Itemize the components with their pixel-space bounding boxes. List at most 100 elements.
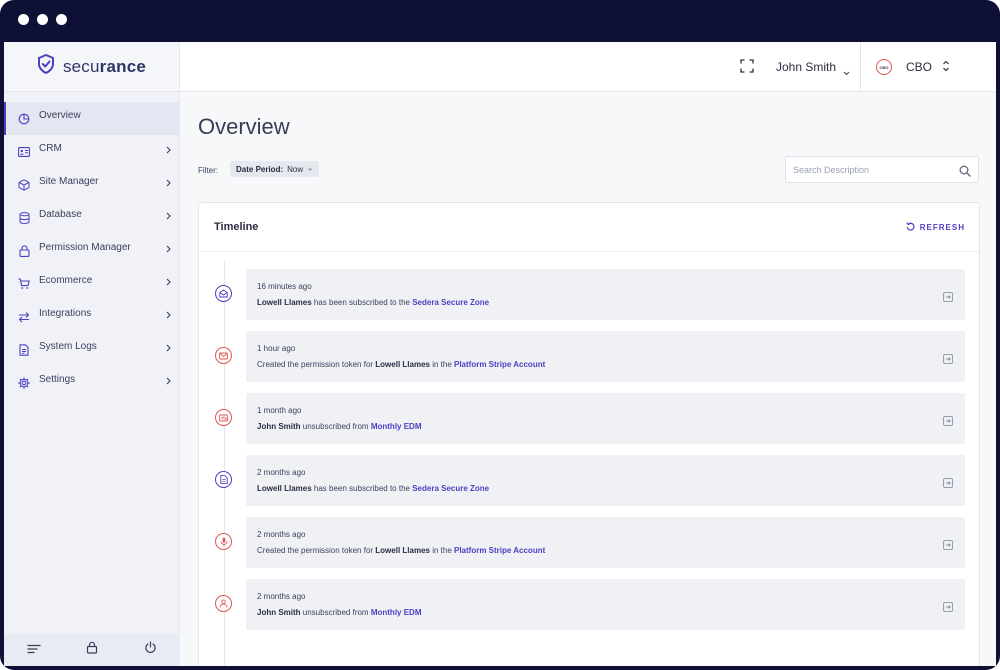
brand-logo[interactable]: securance — [4, 42, 179, 92]
chevron-right-icon — [166, 212, 171, 223]
card-divider — [199, 251, 979, 252]
chevron-right-icon — [166, 377, 171, 388]
target-link[interactable]: Monthly EDM — [371, 608, 422, 617]
fullscreen-icon[interactable] — [740, 59, 754, 78]
export-icon[interactable] — [943, 537, 953, 555]
timeline-item: 16 minutes ago Lowell Llames has been sub… — [199, 269, 979, 321]
description-text: has been subscribed to the — [311, 298, 413, 307]
chevron-down-icon[interactable] — [843, 63, 850, 81]
export-icon[interactable] — [943, 475, 953, 493]
sidebar-item-label: System Logs — [39, 341, 97, 352]
refresh-button[interactable]: REFRESH — [906, 222, 965, 233]
power-icon[interactable] — [144, 641, 157, 659]
sidebar-item-site-manager[interactable]: Site Manager — [4, 168, 179, 201]
mail-open-icon — [215, 285, 232, 302]
sidebar-item-permission-manager[interactable]: Permission Manager — [4, 234, 179, 267]
timeline-entry[interactable]: 2 months ago Created the permission token… — [246, 517, 965, 568]
user-name: Lowell Llames — [375, 546, 430, 555]
ticket-icon — [215, 409, 232, 426]
sidebar-item-system-logs[interactable]: System Logs — [4, 333, 179, 366]
description-text: unsubscribed from — [300, 422, 371, 431]
lock-icon — [18, 244, 30, 257]
chevron-right-icon — [166, 344, 171, 355]
arrows-icon — [18, 311, 30, 323]
description-text: has been subscribed to the — [311, 484, 413, 493]
brand-name-part: rance — [99, 56, 147, 76]
timeline-description: Lowell Llames has been subscribed to the… — [257, 484, 489, 493]
timeline-title: Timeline — [214, 221, 259, 233]
main-content: Overview Filter: Date Period: Now Timeli… — [180, 92, 996, 666]
timeline-item: 2 months ago Lowell Llames has been subsc… — [199, 455, 979, 507]
timeline-description: John Smith unsubscribed from Monthly EDM — [257, 422, 422, 431]
document-icon — [18, 343, 30, 356]
timeline-card: Timeline REFRESH 16 minutes ago Lowell Ll… — [198, 202, 980, 666]
export-icon[interactable] — [943, 289, 953, 307]
search-box[interactable] — [785, 156, 979, 183]
chevron-right-icon — [166, 179, 171, 190]
sidebar-item-ecommerce[interactable]: Ecommerce — [4, 267, 179, 300]
target-link[interactable]: Sedera Secure Zone — [412, 484, 489, 493]
sidebar-item-settings[interactable]: Settings — [4, 366, 179, 399]
sidebar-item-overview[interactable]: Overview — [4, 102, 179, 135]
description-text: Created the permission token for — [257, 360, 376, 369]
brand-name-part: secu — [62, 56, 100, 76]
sidebar-nav: Overview CRM Site Manager Database Permissio… — [4, 102, 179, 399]
user-name: Lowell Llames — [257, 298, 312, 307]
brand-name: securance — [63, 57, 146, 77]
timeline-description: Lowell Llames has been subscribed to the… — [257, 298, 489, 307]
envelope-icon — [215, 347, 232, 364]
timeline-entry[interactable]: 16 minutes ago Lowell Llames has been sub… — [246, 269, 965, 320]
search-icon[interactable] — [959, 164, 971, 182]
timeline-time: 16 minutes ago — [257, 282, 312, 291]
sort-arrows-icon[interactable] — [942, 59, 950, 78]
timeline-time: 2 months ago — [257, 592, 306, 601]
refresh-label: REFRESH — [919, 223, 965, 232]
cart-icon — [18, 277, 30, 290]
timeline-entry[interactable]: 1 hour ago Created the permission token f… — [246, 331, 965, 382]
description-text: unsubscribed from — [300, 608, 371, 617]
user-menu[interactable]: John Smith — [776, 60, 836, 74]
user-name: John Smith — [257, 422, 301, 431]
database-icon — [18, 211, 30, 224]
date-period-filter[interactable]: Date Period: Now — [230, 161, 320, 177]
sidebar-item-label: Settings — [39, 374, 76, 385]
org-switcher[interactable]: CBO — [906, 60, 932, 74]
sidebar-item-crm[interactable]: CRM — [4, 135, 179, 168]
window-controls — [18, 14, 67, 25]
target-link[interactable]: Platform Stripe Account — [454, 546, 545, 555]
export-icon[interactable] — [943, 599, 953, 617]
description-text: in the — [429, 546, 454, 555]
timeline-time: 1 hour ago — [257, 344, 296, 353]
user-name: Lowell Llames — [257, 484, 312, 493]
window-dot[interactable] — [56, 14, 67, 25]
file-icon — [215, 471, 232, 488]
lock-icon[interactable] — [86, 641, 98, 659]
window-dot[interactable] — [37, 14, 48, 25]
target-link[interactable]: Platform Stripe Account — [454, 360, 545, 369]
timeline-entry[interactable]: 2 months ago Lowell Llames has been subsc… — [246, 455, 965, 506]
cube-icon — [18, 178, 30, 191]
menu-icon[interactable] — [27, 641, 41, 659]
timeline-entry[interactable]: 2 months ago John Smith unsubscribed from… — [246, 579, 965, 630]
filter-value: Now — [287, 164, 304, 174]
header-divider — [860, 42, 861, 92]
sidebar-item-label: Ecommerce — [39, 275, 93, 286]
sidebar: securance Overview CRM Site Manager Databas… — [4, 42, 180, 666]
user-icon — [215, 595, 232, 612]
shield-icon — [37, 54, 55, 79]
search-input[interactable] — [793, 164, 953, 175]
timeline-entry[interactable]: 1 month ago John Smith unsubscribed from … — [246, 393, 965, 444]
target-link[interactable]: Sedera Secure Zone — [412, 298, 489, 307]
sidebar-item-integrations[interactable]: Integrations — [4, 300, 179, 333]
export-icon[interactable] — [943, 351, 953, 369]
export-icon[interactable] — [943, 413, 953, 431]
sidebar-item-label: CRM — [39, 143, 62, 154]
timeline-time: 2 months ago — [257, 468, 306, 477]
org-avatar[interactable]: CBO — [876, 59, 892, 75]
gear-icon — [18, 376, 30, 389]
window-dot[interactable] — [18, 14, 29, 25]
sidebar-item-database[interactable]: Database — [4, 201, 179, 234]
sidebar-item-label: Overview — [39, 110, 81, 121]
chevron-right-icon — [166, 146, 171, 157]
target-link[interactable]: Monthly EDM — [371, 422, 422, 431]
